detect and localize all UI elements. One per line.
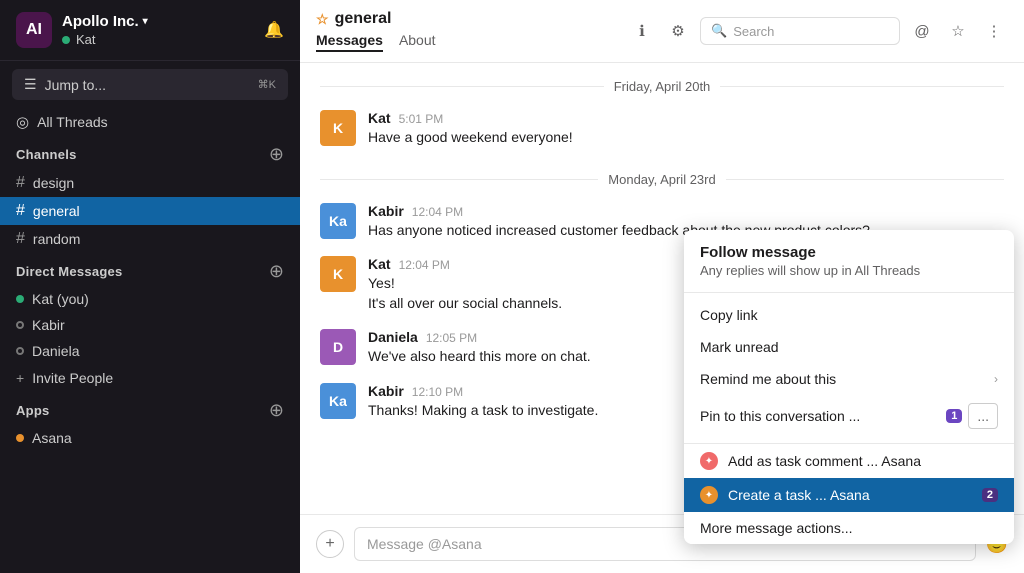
mark-unread-item[interactable]: Mark unread xyxy=(684,331,1014,363)
channel-title-area: ☆ general Messages About xyxy=(316,10,452,52)
hash-icon: # xyxy=(16,202,25,220)
asana-status-icon xyxy=(16,434,24,442)
plus-circle-icon: + xyxy=(16,370,24,386)
avatar: Ka xyxy=(320,203,356,239)
search-icon: 🔍 xyxy=(711,23,727,39)
three-dots-button[interactable]: ... xyxy=(968,403,998,429)
tab-about[interactable]: About xyxy=(399,30,436,52)
sidebar-dm-kabir[interactable]: Kabir xyxy=(0,312,300,338)
asana-comment-icon: ✦ xyxy=(700,452,718,470)
settings-icon-button[interactable]: ⚙ xyxy=(664,17,692,45)
star-icon[interactable]: ☆ xyxy=(316,11,329,28)
tab-messages[interactable]: Messages xyxy=(316,30,383,52)
search-bar[interactable]: 🔍 Search xyxy=(700,17,900,45)
copy-link-item[interactable]: Copy link xyxy=(684,299,1014,331)
asana-create-icon: ✦ xyxy=(700,486,718,504)
asana-add-comment-item[interactable]: ✦ Add as task comment ... Asana xyxy=(684,444,1014,478)
sidebar-header: AI Apollo Inc. ▾ Kat 🔔 xyxy=(0,0,300,61)
context-menu: Follow message Any replies will show up … xyxy=(684,230,1014,544)
search-input[interactable]: Search xyxy=(733,24,774,39)
channel-tabs: Messages About xyxy=(316,30,452,52)
more-icon-button[interactable]: ⋮ xyxy=(980,17,1008,45)
badge-2: 2 xyxy=(982,488,998,502)
chevron-right-icon: › xyxy=(994,372,998,386)
avatar: K xyxy=(320,110,356,146)
add-app-icon[interactable]: ⊕ xyxy=(269,400,284,421)
date-divider-friday: Friday, April 20th xyxy=(320,63,1004,102)
channel-header: ☆ general Messages About ℹ ⚙ 🔍 Search @ … xyxy=(300,0,1024,63)
avatar: D xyxy=(320,329,356,365)
keyboard-shortcut: ⌘K xyxy=(258,78,276,91)
hash-icon: # xyxy=(16,230,25,248)
sidebar-item-general[interactable]: # general xyxy=(0,197,300,225)
bell-icon[interactable]: 🔔 xyxy=(264,20,284,40)
sidebar-app-asana[interactable]: Asana xyxy=(0,425,300,451)
online-status-icon xyxy=(62,36,70,44)
date-divider-monday: Monday, April 23rd xyxy=(320,156,1004,195)
main-content: ☆ general Messages About ℹ ⚙ 🔍 Search @ … xyxy=(300,0,1024,573)
apps-section-header: Apps ⊕ xyxy=(0,392,300,425)
jump-to-icon: ☰ xyxy=(24,76,37,93)
asana-submenu: ✦ Add as task comment ... Asana ✦ Create… xyxy=(684,443,1014,544)
workspace-area: AI Apollo Inc. ▾ Kat xyxy=(16,12,148,48)
user-status: Kat xyxy=(62,32,148,47)
sidebar-item-all-threads[interactable]: ◎ All Threads xyxy=(0,108,300,136)
workspace-name[interactable]: Apollo Inc. ▾ xyxy=(62,13,148,30)
context-menu-items: Copy link Mark unread Remind me about th… xyxy=(684,293,1014,443)
pin-conversation-item[interactable]: Pin to this conversation ... 1 ... xyxy=(684,395,1014,437)
message-text: Have a good weekend everyone! xyxy=(368,128,1004,148)
avatar: Ka xyxy=(320,383,356,419)
workspace-info: Apollo Inc. ▾ Kat xyxy=(62,13,148,47)
message-content: Kat 5:01 PM Have a good weekend everyone… xyxy=(368,110,1004,148)
offline-dot-icon xyxy=(16,321,24,329)
workspace-chevron-icon: ▾ xyxy=(143,16,148,27)
offline-dot-icon xyxy=(16,347,24,355)
add-dm-icon[interactable]: ⊕ xyxy=(269,261,284,282)
message-header: Kat 5:01 PM xyxy=(368,110,1004,126)
invite-people-button[interactable]: + Invite People xyxy=(0,364,300,392)
channels-section-header: Channels ⊕ xyxy=(0,136,300,169)
remind-me-item[interactable]: Remind me about this › xyxy=(684,363,1014,395)
star-header-icon[interactable]: ☆ xyxy=(944,17,972,45)
sidebar-dm-kat[interactable]: Kat (you) xyxy=(0,286,300,312)
hash-icon: # xyxy=(16,174,25,192)
jump-to-button[interactable]: ☰ Jump to... ⌘K xyxy=(12,69,288,100)
sidebar-item-design[interactable]: # design xyxy=(0,169,300,197)
avatar: K xyxy=(320,256,356,292)
message-header: Kabir 12:04 PM xyxy=(368,203,1004,219)
sidebar-dm-daniela[interactable]: Daniela xyxy=(0,338,300,364)
follow-message-title: Follow message xyxy=(700,244,998,261)
add-channel-icon[interactable]: ⊕ xyxy=(269,144,284,165)
more-message-actions-item[interactable]: More message actions... xyxy=(684,512,1014,544)
channel-name: ☆ general xyxy=(316,10,452,28)
online-dot-icon xyxy=(16,295,24,303)
dm-section-header: Direct Messages ⊕ xyxy=(0,253,300,286)
follow-message-section: Follow message Any replies will show up … xyxy=(684,230,1014,293)
sidebar-item-random[interactable]: # random xyxy=(0,225,300,253)
message-plus-button[interactable]: + xyxy=(316,530,344,558)
asana-create-task-item[interactable]: ✦ Create a task ... Asana 2 xyxy=(684,478,1014,512)
workspace-icon: AI xyxy=(16,12,52,48)
at-icon-button[interactable]: @ xyxy=(908,17,936,45)
info-icon-button[interactable]: ℹ xyxy=(628,17,656,45)
badge-1: 1 xyxy=(946,409,962,423)
follow-message-desc: Any replies will show up in All Threads xyxy=(700,263,998,278)
message-group: K Kat 5:01 PM Have a good weekend everyo… xyxy=(300,102,1024,156)
sidebar: AI Apollo Inc. ▾ Kat 🔔 ☰ Jump to... ⌘K ◎… xyxy=(0,0,300,573)
threads-icon: ◎ xyxy=(16,113,29,131)
header-actions: ℹ ⚙ 🔍 Search @ ☆ ⋮ xyxy=(628,17,1008,45)
